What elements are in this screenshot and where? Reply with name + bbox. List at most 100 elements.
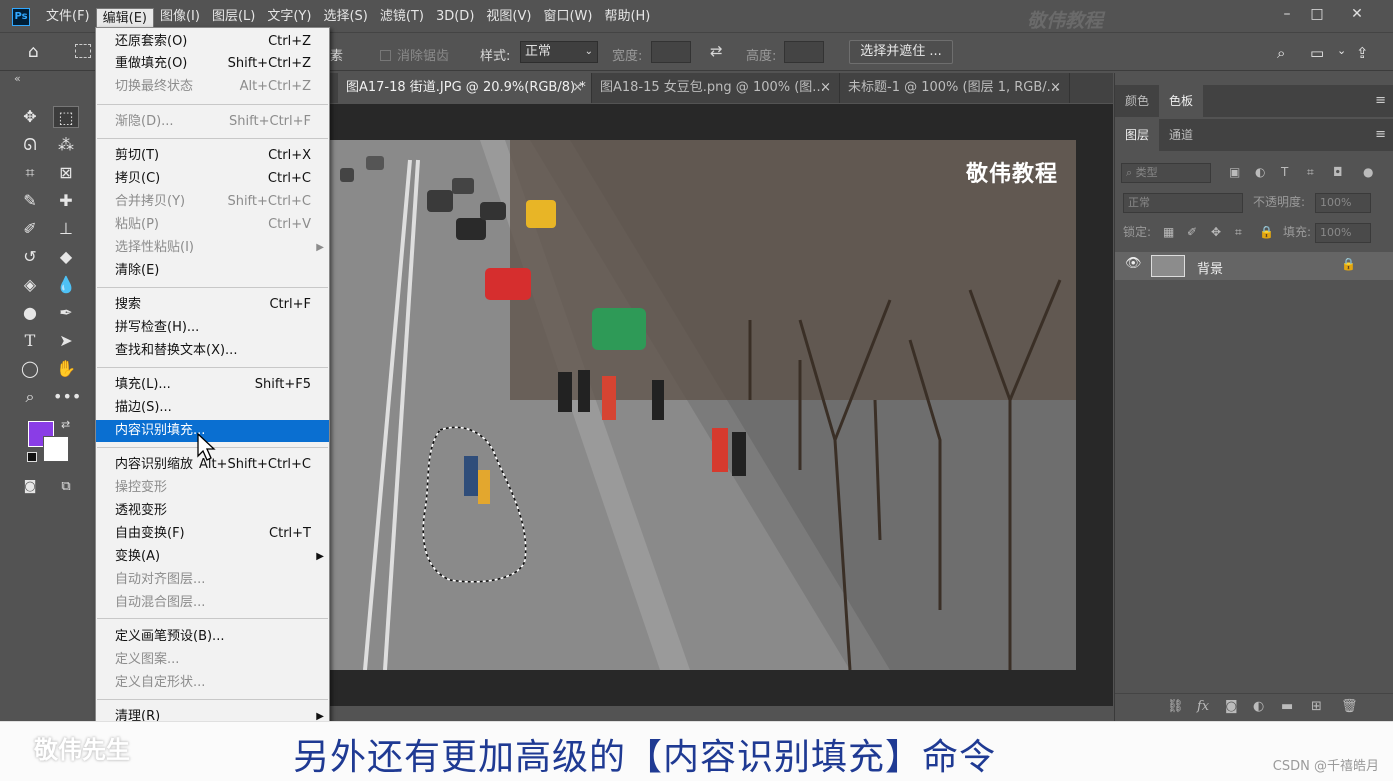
edit-menu-item[interactable]: 查找和替换文本(X)... (96, 340, 329, 362)
menu-item[interactable]: 编辑(E) (95, 8, 154, 28)
swap-dimensions-icon[interactable]: ⇄ (710, 42, 723, 60)
close-tab-icon[interactable]: × (820, 73, 831, 103)
menu-item[interactable]: 帮助(H) (598, 0, 656, 33)
default-colors-icon[interactable] (27, 452, 37, 462)
layers-panel-menu-icon[interactable]: ≡ (1375, 127, 1386, 142)
filter-smart-object-icon[interactable]: ◘ (1333, 157, 1343, 187)
menu-item[interactable]: 滤镜(T) (374, 0, 430, 33)
healing-brush-tool-icon[interactable]: ✚ (53, 190, 79, 212)
path-selection-tool-icon[interactable]: ➤ (53, 330, 79, 352)
select-and-mask-button[interactable]: 选择并遮住 ... (849, 40, 953, 64)
blur-tool-icon[interactable]: 💧 (53, 274, 79, 296)
quick-mask-icon[interactable]: ◙ (17, 476, 43, 498)
ellipse-tool-icon[interactable]: ◯ (17, 358, 43, 380)
document-tab[interactable]: 图A18-15 女豆包.png @ 100% (图... × (592, 73, 840, 103)
street-photo[interactable]: 敬伟教程 (330, 140, 1076, 670)
lasso-tool-icon[interactable]: ᘏ (17, 134, 43, 156)
eyedropper-tool-icon[interactable]: ✎ (17, 190, 43, 212)
workspace-chevron-icon[interactable]: ⌄ (1337, 44, 1346, 57)
close-tab-icon[interactable]: × (1050, 73, 1061, 103)
minimize-button[interactable]: – (1272, 3, 1302, 25)
type-tool-icon[interactable]: T (17, 330, 43, 352)
lock-all-icon[interactable]: 🔒 (1259, 217, 1274, 247)
edit-menu-item[interactable]: 拼写检查(H)... (96, 317, 329, 339)
filter-type-icon[interactable]: T (1281, 157, 1288, 187)
edit-menu-item[interactable]: 清除(E) (96, 260, 329, 282)
close-tab-icon[interactable]: × (572, 73, 583, 103)
eraser-tool-icon[interactable]: ◆ (53, 246, 79, 268)
edit-menu-item[interactable]: 重做填充(O) Shift+Ctrl+Z (96, 53, 329, 75)
search-icon[interactable]: ⌕ (1277, 44, 1285, 62)
hand-tool-icon[interactable]: ✋ (53, 358, 79, 380)
frame-tool-icon[interactable]: ⊠ (53, 162, 79, 184)
style-select[interactable]: 正常 ⌄ (520, 41, 598, 63)
filter-shape-icon[interactable]: ⌗ (1307, 157, 1314, 187)
history-brush-tool-icon[interactable]: ↺ (17, 246, 43, 268)
visibility-eye-icon[interactable]: 👁 (1125, 256, 1142, 271)
lock-position-icon[interactable]: ✥ (1211, 217, 1221, 247)
magic-wand-tool-icon[interactable]: ⁂ (53, 134, 79, 156)
home-icon[interactable]: ⌂ (28, 42, 39, 62)
edit-menu-item[interactable]: 透视变形 (96, 500, 329, 522)
rect-marquee-tool-icon[interactable]: ⬚ (53, 106, 79, 128)
adjustment-layer-icon[interactable]: ◐ (1253, 699, 1264, 714)
collapse-left-icon[interactable]: « (14, 72, 21, 85)
clone-stamp-tool-icon[interactable]: ⊥ (53, 218, 79, 240)
document-tab[interactable]: 未标题-1 @ 100% (图层 1, RGB/... × (840, 73, 1070, 103)
edit-menu-item[interactable]: 变换(A) ▶ (96, 546, 329, 568)
tab-channels[interactable]: 通道 (1159, 119, 1203, 151)
fill-input[interactable]: 100% (1315, 223, 1371, 243)
panel-menu-icon[interactable]: ≡ (1375, 93, 1386, 108)
tab-layers[interactable]: 图层 (1115, 119, 1160, 151)
edit-menu-item[interactable]: 填充(L)... Shift+F5 (96, 374, 329, 396)
lock-pixels-icon[interactable]: ▦ (1163, 217, 1174, 247)
edit-menu-item[interactable]: 拷贝(C) Ctrl+C (96, 168, 329, 190)
edit-menu-item[interactable]: 搜索 Ctrl+F (96, 294, 329, 316)
workspace-icon[interactable]: ▭ (1310, 44, 1324, 62)
opacity-input[interactable]: 100% (1315, 193, 1371, 213)
menu-item[interactable]: 视图(V) (480, 0, 537, 33)
close-window-button[interactable]: ✕ (1342, 3, 1372, 25)
more-tools-icon[interactable]: ••• (53, 386, 81, 408)
paint-bucket-tool-icon[interactable]: ◈ (17, 274, 43, 296)
maximize-button[interactable]: □ (1302, 3, 1332, 25)
layer-filter-select[interactable]: ⌕ 类型 (1121, 163, 1211, 183)
add-mask-icon[interactable]: ◙ (1225, 699, 1238, 714)
edit-menu-item[interactable]: 剪切(T) Ctrl+X (96, 145, 329, 167)
width-input[interactable] (651, 41, 691, 63)
edit-menu-item[interactable]: 描边(S)... (96, 397, 329, 419)
height-input[interactable] (784, 41, 824, 63)
filter-adjustment-icon[interactable]: ◐ (1255, 157, 1265, 187)
move-tool-icon[interactable]: ✥ (17, 106, 43, 128)
share-icon[interactable]: ⇪ (1356, 44, 1369, 62)
filter-pixel-icon[interactable]: ▣ (1229, 157, 1240, 187)
edit-menu-item[interactable]: 定义画笔预设(B)... (96, 626, 329, 648)
background-color-swatch[interactable] (43, 436, 69, 462)
menu-item[interactable]: 文件(F) (40, 0, 96, 33)
document-tab[interactable]: 图A17-18 街道.JPG @ 20.9%(RGB/8) * × (338, 73, 592, 103)
new-layer-icon[interactable]: ⊞ (1311, 699, 1322, 714)
antialias-checkbox[interactable] (380, 50, 391, 61)
brush-tool-icon[interactable]: ✐ (17, 218, 43, 240)
tab-color[interactable]: 颜色 (1115, 85, 1159, 117)
menu-item[interactable]: 窗口(W) (537, 0, 598, 33)
link-layers-icon[interactable]: ⛓ (1167, 699, 1184, 714)
layer-lock-icon[interactable]: 🔒 (1341, 257, 1356, 271)
swap-colors-icon[interactable]: ⇄ (61, 418, 70, 431)
menu-item[interactable]: 3D(D) (430, 0, 480, 33)
filter-toggle-icon[interactable]: ● (1363, 157, 1373, 187)
new-group-icon[interactable]: ▬ (1281, 699, 1293, 714)
lock-brush-icon[interactable]: ✐ (1187, 217, 1197, 247)
delete-layer-icon[interactable]: 🗑 (1341, 699, 1358, 714)
marquee-tool-preset-icon[interactable] (75, 44, 91, 58)
screen-mode-icon[interactable]: ⧉ (53, 476, 79, 498)
lock-artboard-icon[interactable]: ⌗ (1235, 217, 1242, 247)
layer-row-background[interactable]: 👁 背景 🔒 (1115, 252, 1393, 280)
dodge-tool-icon[interactable]: ● (17, 302, 43, 324)
zoom-tool-icon[interactable]: ⌕ (17, 386, 43, 408)
layer-style-icon[interactable]: fx (1197, 699, 1209, 714)
crop-tool-icon[interactable]: ⌗ (17, 162, 43, 184)
edit-menu-item[interactable]: 还原套索(O) Ctrl+Z (96, 31, 329, 53)
edit-menu-item[interactable]: 自由变换(F) Ctrl+T (96, 523, 329, 545)
antialias-checkbox-label[interactable]: 消除锯齿 (380, 45, 449, 64)
